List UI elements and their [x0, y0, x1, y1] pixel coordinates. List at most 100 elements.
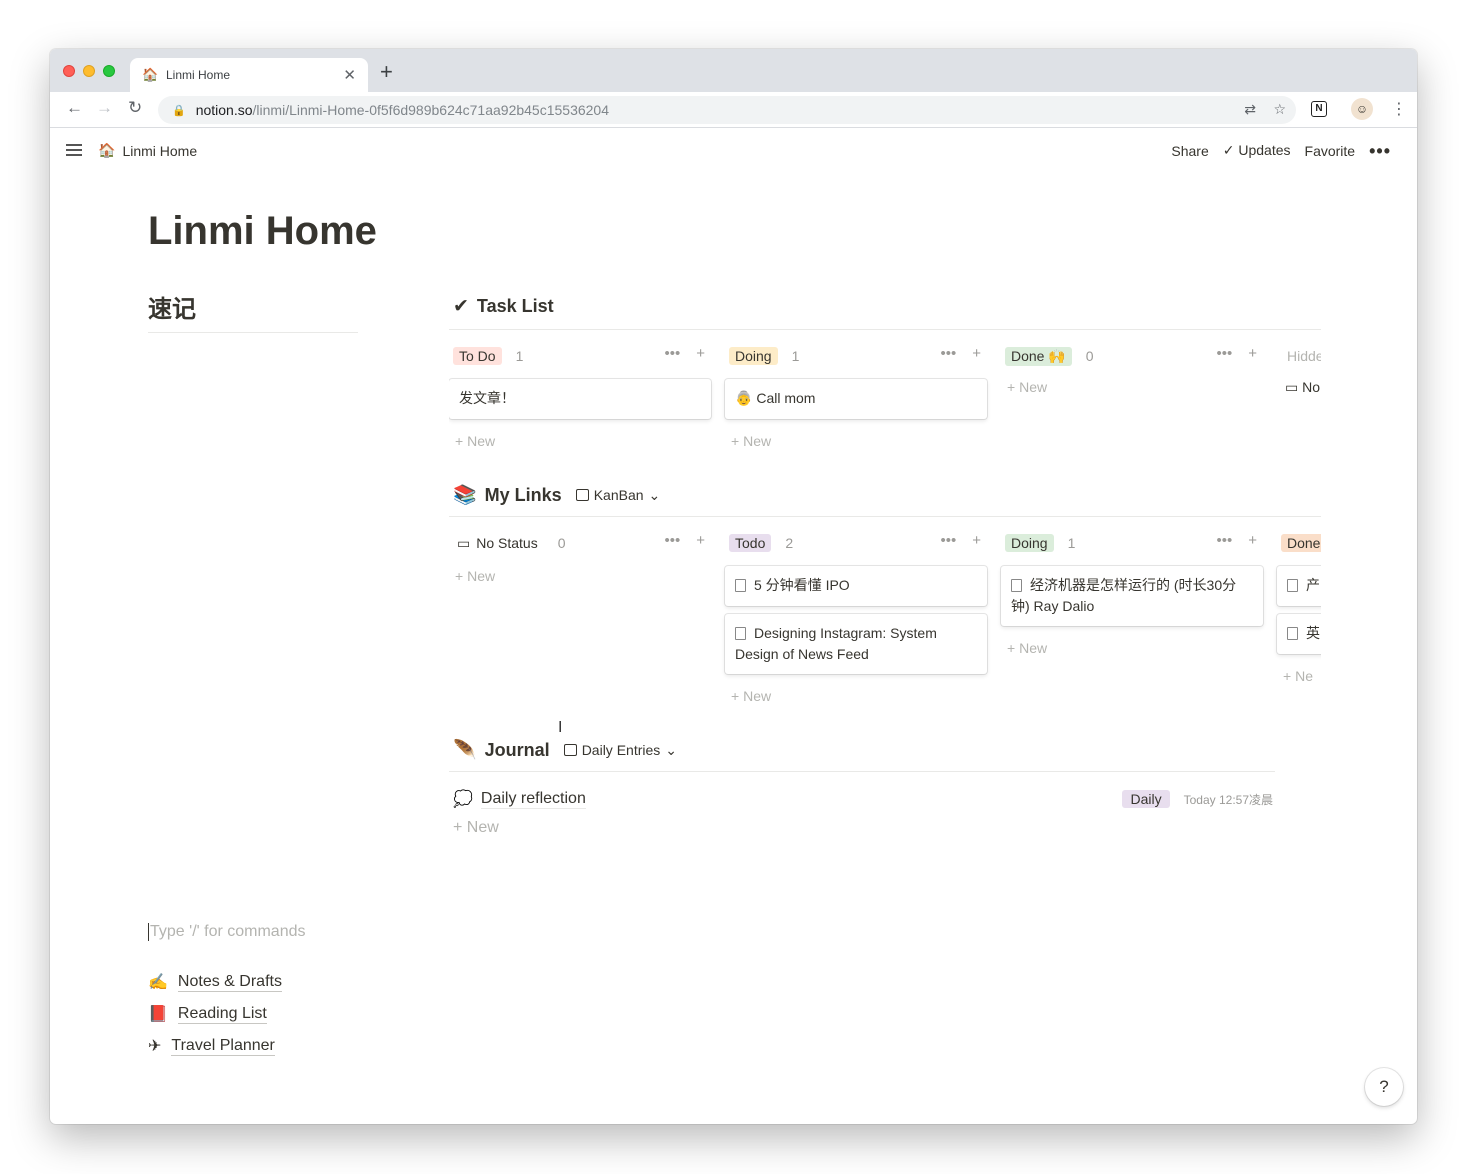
new-card-button[interactable]: + New	[449, 568, 711, 584]
breadcrumb[interactable]: 🏠 Linmi Home	[98, 142, 197, 159]
board-card[interactable]: 经济机器是怎样运行的 (时长30分钟) Ray Dalio	[1001, 566, 1263, 626]
board-card[interactable]: Designing Instagram: System Design of Ne…	[725, 614, 987, 674]
url-path: /linmi/Linmi-Home-0f5f6d989b624c71aa92b4…	[252, 102, 610, 118]
my-links-header[interactable]: 📚 My Links KanBan ⌄	[453, 483, 660, 507]
page-icon	[735, 579, 746, 592]
add-icon[interactable]: +	[1248, 345, 1257, 362]
page-link-reading[interactable]: 📕 Reading List	[148, 998, 282, 1030]
no-status-item[interactable]: ▭ No	[1277, 379, 1321, 396]
new-label: New	[743, 688, 772, 704]
translate-icon[interactable]: ⇄	[1244, 101, 1256, 118]
status-tag[interactable]: Todo	[729, 534, 772, 552]
feather-pen-icon: 🪶	[453, 740, 477, 761]
add-icon[interactable]: +	[972, 345, 981, 362]
left-column: 速记	[148, 289, 358, 333]
add-icon[interactable]: +	[696, 345, 705, 362]
column-count: 0	[557, 535, 566, 551]
favorite-button[interactable]: Favorite	[1305, 143, 1356, 159]
plus-icon: +	[731, 433, 744, 449]
maximize-window-button[interactable]	[103, 65, 115, 77]
page-links: ✍️ Notes & Drafts 📕 Reading List ✈ Trave…	[148, 966, 282, 1062]
airplane-icon: ✈	[148, 1038, 162, 1055]
status-tag[interactable]: To Do	[453, 347, 502, 365]
more-icon[interactable]: •••	[664, 345, 680, 362]
more-options-icon[interactable]: •••	[1369, 142, 1391, 160]
journal-header[interactable]: 🪶 Journal Daily Entries ⌄	[453, 738, 677, 762]
status-tag[interactable]: Done 🙌	[1005, 346, 1072, 366]
page-title[interactable]: Linmi Home	[148, 209, 377, 254]
page-link-label: Reading List	[177, 1004, 267, 1024]
hidden-group-label[interactable]: Hidden	[1281, 347, 1321, 365]
status-tag[interactable]: Doing	[729, 347, 778, 365]
page-link-notes[interactable]: ✍️ Notes & Drafts	[148, 966, 282, 998]
task-list-title: Task List	[476, 296, 554, 316]
list-item[interactable]: 💭 Daily reflection Daily Today 12:57凌晨	[453, 787, 1273, 811]
status-tag[interactable]: No Status	[470, 534, 543, 552]
new-card-button[interactable]: + New	[1001, 379, 1263, 395]
chevron-down-icon: ⌄	[665, 741, 678, 758]
more-icon[interactable]: •••	[664, 532, 680, 549]
sidebar-toggle-icon[interactable]	[66, 144, 82, 156]
view-selector[interactable]: Daily Entries ⌄	[563, 741, 678, 759]
board-column: To Do 1 ••• + 发文章！ + New	[449, 343, 711, 449]
board-column: ▭ No Status 0 ••• + + New	[449, 530, 711, 584]
new-label: New	[1019, 379, 1048, 395]
card-title: 英	[1306, 625, 1320, 641]
status-tag[interactable]: Doing	[1005, 534, 1054, 552]
browser-tab[interactable]: 🏠 Linmi Home ✕	[130, 58, 368, 92]
plus-icon: +	[455, 433, 468, 449]
new-tab-button[interactable]: +	[380, 61, 393, 83]
share-button[interactable]: Share	[1171, 143, 1208, 159]
plus-icon: +	[1007, 379, 1020, 395]
reload-icon[interactable]: ↻	[128, 98, 142, 118]
new-card-button[interactable]: + New	[449, 433, 711, 449]
notion-extension-icon[interactable]: N	[1311, 101, 1327, 117]
help-button[interactable]: ?	[1365, 1068, 1403, 1106]
board-card[interactable]: 5 分钟看懂 IPO	[725, 566, 987, 606]
view-name: Daily Entries	[581, 742, 661, 758]
inbox-icon: ▭	[1285, 379, 1303, 395]
address-bar[interactable]: 🔒 notion.so/linmi/Linmi-Home-0f5f6d989b6…	[158, 96, 1296, 124]
add-icon[interactable]: +	[972, 532, 981, 549]
forward-icon[interactable]: →	[96, 98, 113, 118]
column-count: 0	[1085, 348, 1094, 364]
new-entry-button[interactable]: + New	[453, 819, 499, 837]
more-icon[interactable]: •••	[1216, 532, 1232, 549]
breadcrumb-title: Linmi Home	[122, 142, 198, 159]
close-window-button[interactable]	[63, 65, 75, 77]
board-card[interactable]: 产	[1277, 566, 1321, 606]
text-cursor-icon: I	[558, 719, 563, 736]
close-tab-icon[interactable]: ✕	[343, 66, 356, 84]
minimize-window-button[interactable]	[83, 65, 95, 77]
my-links-title: My Links	[484, 484, 562, 505]
more-icon[interactable]: •••	[940, 532, 956, 549]
new-card-button[interactable]: + New	[725, 433, 987, 449]
new-card-button[interactable]: + Ne	[1277, 668, 1321, 684]
back-icon[interactable]: ←	[66, 98, 83, 118]
more-icon[interactable]: •••	[1216, 345, 1232, 362]
status-tag[interactable]: Done	[1281, 534, 1321, 552]
menu-kebab-icon[interactable]: ⋮	[1391, 99, 1407, 119]
board-card[interactable]: 英	[1277, 614, 1321, 654]
new-card-button[interactable]: + New	[1001, 640, 1263, 656]
add-icon[interactable]: +	[1248, 532, 1257, 549]
new-card-button[interactable]: + New	[725, 688, 987, 704]
board-card[interactable]: 👵 Call mom	[725, 379, 987, 419]
profile-avatar[interactable]: ☺	[1351, 98, 1373, 120]
view-selector[interactable]: KanBan ⌄	[575, 487, 660, 504]
board-view-icon	[575, 489, 589, 501]
board-column: Doing 1 ••• + 👵 Call mom + New	[725, 343, 987, 449]
plus-icon: +	[1007, 640, 1020, 656]
star-icon[interactable]: ☆	[1273, 101, 1286, 118]
more-icon[interactable]: •••	[940, 345, 956, 362]
page-link-travel[interactable]: ✈ Travel Planner	[148, 1030, 282, 1062]
board-card[interactable]: 发文章！	[449, 379, 711, 419]
quick-note-heading[interactable]: 速记	[148, 289, 358, 333]
add-icon[interactable]: +	[696, 532, 705, 549]
card-title: 产	[1306, 577, 1320, 593]
house-icon: 🏠	[98, 142, 116, 158]
command-input[interactable]: Type '/' for commands	[148, 923, 306, 941]
task-list-header[interactable]: ✔ Task List	[453, 295, 554, 318]
updates-button[interactable]: ✓ Updates	[1223, 142, 1291, 159]
card-title: 经济机器是怎样运行的 (时长30分钟) Ray Dalio	[1011, 577, 1237, 614]
